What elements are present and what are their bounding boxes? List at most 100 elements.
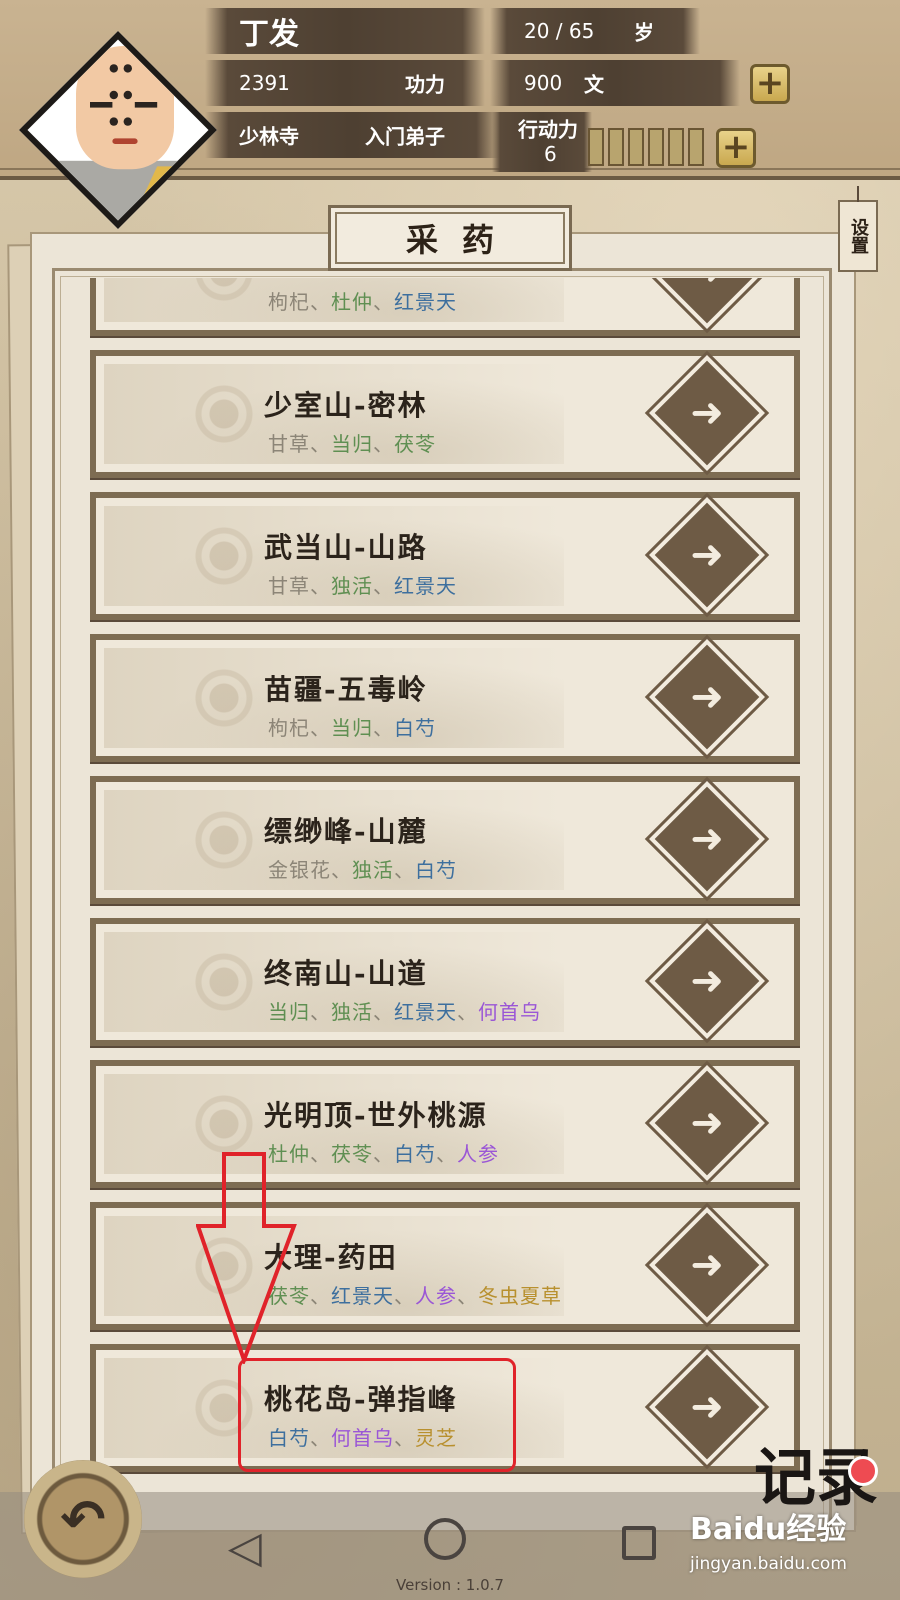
back-button[interactable]: ↶ <box>24 1460 142 1578</box>
watermark-url: jingyan.baidu.com <box>690 1554 847 1574</box>
location-row[interactable]: 终南山-山道 当归、独活、红景天、何首乌 ➜ <box>90 918 800 1046</box>
page-title: 采药 <box>405 221 518 259</box>
herb-separator: 、 <box>394 1284 415 1308</box>
location-list[interactable]: 枸杞、杜仲、红景天➜少室山-密林甘草、当归、茯苓➜武当山-山路甘草、独活、红景天… <box>86 278 812 1488</box>
arrow-right-icon: ➜ <box>690 1100 724 1146</box>
notification-dot <box>848 1456 878 1486</box>
age-bar: 20 / 65 岁 <box>490 8 700 54</box>
go-button[interactable]: ➜ <box>649 497 765 613</box>
herb-name: 当归 <box>268 1000 310 1024</box>
money-value: 900 <box>524 71 563 95</box>
stamina-cell <box>648 128 664 166</box>
arrow-right-icon: ➜ <box>690 390 724 436</box>
herb-name: 金银花 <box>268 858 331 882</box>
arrow-right-icon: ➜ <box>690 816 724 862</box>
herb-name: 白芍 <box>394 1142 436 1166</box>
stamina-cell <box>588 128 604 166</box>
power-value: 2391 <box>239 71 290 95</box>
herb-list: 枸杞、杜仲、红景天 <box>268 286 457 315</box>
herb-separator: 、 <box>310 1284 331 1308</box>
herb-separator: 、 <box>457 1284 478 1308</box>
herb-name: 红景天 <box>394 1000 457 1024</box>
herb-separator: 、 <box>310 432 331 456</box>
stamina-cell <box>688 128 704 166</box>
arrow-right-icon: ➜ <box>690 532 724 578</box>
herb-name: 甘草 <box>268 574 310 598</box>
herb-separator: 、 <box>394 858 415 882</box>
herb-name: 人参 <box>415 1284 457 1308</box>
location-row[interactable]: 枸杞、杜仲、红景天 ➜ <box>90 278 800 336</box>
herb-name: 独活 <box>352 858 394 882</box>
herb-name: 白芍 <box>394 716 436 740</box>
herb-separator: 、 <box>310 574 331 598</box>
stamina-gauge <box>588 128 704 166</box>
herb-separator: 、 <box>310 1000 331 1024</box>
nav-recents-icon[interactable] <box>622 1526 656 1560</box>
go-button[interactable]: ➜ <box>649 781 765 897</box>
herb-separator: 、 <box>373 574 394 598</box>
money-unit: 文 <box>584 72 604 97</box>
stamina-bar: 行动力 6 <box>492 112 592 172</box>
herb-name: 白芍 <box>415 858 457 882</box>
stamina-cell <box>608 128 624 166</box>
page-title-plate: 采药 <box>328 205 572 271</box>
go-button[interactable]: ➜ <box>649 355 765 471</box>
herb-name: 茯苓 <box>394 432 436 456</box>
arrow-right-icon: ➜ <box>690 958 724 1004</box>
back-arrow-icon: ↶ <box>60 1488 106 1551</box>
herb-list: 茯苓、红景天、人参、冬虫夏草 <box>268 1280 562 1309</box>
herb-name: 当归 <box>331 432 373 456</box>
herb-separator: 、 <box>310 716 331 740</box>
herb-name: 甘草 <box>268 432 310 456</box>
money-bar: 900 文 <box>490 60 740 106</box>
power-label: 功力 <box>405 72 445 97</box>
herb-separator: 、 <box>331 858 352 882</box>
nav-back-icon[interactable]: ◁ <box>228 1522 262 1573</box>
arrow-right-icon: ➜ <box>690 1384 724 1430</box>
herb-list: 甘草、当归、茯苓 <box>268 428 436 457</box>
location-row[interactable]: 缥缈峰-山麓 金银花、独活、白芍 ➜ <box>90 776 800 904</box>
age-unit: 岁 <box>634 20 654 45</box>
down-arrow-annotation <box>196 1152 297 1364</box>
settings-button[interactable]: 设置 <box>838 186 878 272</box>
go-button[interactable]: ➜ <box>649 923 765 1039</box>
herb-list: 当归、独活、红景天、何首乌 <box>268 996 541 1025</box>
watermark-title: Baidu经验 <box>690 1512 847 1547</box>
herb-separator: 、 <box>457 1000 478 1024</box>
go-button[interactable]: ➜ <box>649 1207 765 1323</box>
go-button[interactable]: ➜ <box>649 278 765 329</box>
location-row[interactable]: 武当山-山路 甘草、独活、红景天 ➜ <box>90 492 800 620</box>
arrow-right-icon: ➜ <box>690 278 724 294</box>
nav-home-icon[interactable] <box>424 1518 466 1560</box>
herb-list: 杜仲、茯苓、白芍、人参 <box>268 1138 499 1167</box>
herb-separator: 、 <box>373 432 394 456</box>
stamina-value: 6 <box>544 142 557 166</box>
stamina-cell <box>628 128 644 166</box>
herb-name: 独活 <box>331 1000 373 1024</box>
herb-name: 红景天 <box>331 1284 394 1308</box>
location-row[interactable]: 少室山-密林 甘草、当归、茯苓 ➜ <box>90 350 800 478</box>
herb-list: 金银花、独活、白芍 <box>268 854 457 883</box>
location-name: 苗疆-五毒岭 <box>264 673 428 706</box>
highlight-box <box>238 1358 516 1472</box>
add-stamina-button[interactable]: + <box>716 128 756 168</box>
arrow-right-icon: ➜ <box>690 1242 724 1288</box>
herb-name: 何首乌 <box>478 1000 541 1024</box>
herb-name: 茯苓 <box>331 1142 373 1166</box>
go-button[interactable]: ➜ <box>649 1065 765 1181</box>
player-name: 丁发 <box>239 17 299 52</box>
go-button[interactable]: ➜ <box>649 639 765 755</box>
add-money-button[interactable]: + <box>750 64 790 104</box>
herb-name: 人参 <box>457 1142 499 1166</box>
herb-separator: 、 <box>373 1142 394 1166</box>
herb-separator: 、 <box>373 716 394 740</box>
herb-name: 独活 <box>331 574 373 598</box>
location-name: 武当山-山路 <box>264 531 428 564</box>
herb-name: 枸杞 <box>268 290 310 314</box>
arrow-right-icon: ➜ <box>690 674 724 720</box>
location-row[interactable]: 苗疆-五毒岭 枸杞、当归、白芍 ➜ <box>90 634 800 762</box>
watermark: Baidu经验 jingyan.baidu.com <box>690 1504 847 1574</box>
go-button[interactable]: ➜ <box>649 1349 765 1465</box>
location-name: 少室山-密林 <box>264 389 428 422</box>
herb-separator: 、 <box>310 1142 331 1166</box>
